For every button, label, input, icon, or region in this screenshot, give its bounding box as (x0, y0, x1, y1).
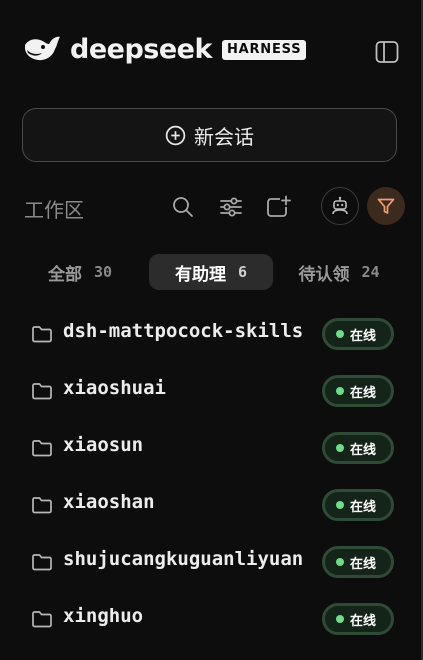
workspace-name: xiaoshuai (63, 377, 166, 399)
new-chat-button[interactable]: 新会话 (22, 108, 397, 162)
logo[interactable]: deepseek HARNESS (22, 34, 307, 66)
tab-label: 有助理 (174, 264, 226, 285)
list-item[interactable]: xiaosun 在线 (0, 420, 423, 477)
list-item[interactable]: xiaoshuai 在线 (0, 363, 423, 420)
tab-label: 全部 (47, 264, 82, 285)
tab-pending-claim[interactable]: 待认领 24 (282, 254, 396, 290)
status-badge: 在线 (322, 603, 394, 635)
folder-icon (31, 380, 53, 402)
tab-count: 30 (93, 263, 113, 281)
workspace-name: xiaoshan (63, 491, 155, 513)
list-item[interactable]: shujucangkuguanliyuan 在线 (0, 534, 423, 591)
online-dot (336, 558, 344, 566)
online-dot (336, 444, 344, 452)
status-label: 在线 (350, 442, 377, 458)
brand-name: deepseek (70, 34, 212, 65)
status-label: 在线 (350, 385, 377, 401)
workspace-name: dsh-mattpocock-skills (63, 320, 304, 342)
brand-badge: HARNESS (221, 40, 307, 60)
status-badge: 在线 (322, 546, 394, 578)
folder-icon (31, 608, 53, 630)
status-label: 在线 (350, 328, 377, 344)
tab-count: 6 (237, 263, 248, 281)
sidebar-panel-icon[interactable] (373, 38, 401, 66)
filter-tabs: 全部 30 有助理 6 待认领 24 (24, 254, 403, 290)
status-label: 在线 (350, 499, 377, 515)
status-badge: 在线 (322, 432, 394, 464)
online-dot (336, 615, 344, 623)
filter-icon[interactable] (367, 187, 405, 225)
tab-all[interactable]: 全部 30 (24, 254, 136, 290)
workspace-name: shujucangkuguanliyuan (63, 548, 304, 570)
online-dot (336, 501, 344, 509)
list-item[interactable]: xinghuo 在线 (0, 591, 423, 648)
plus-circle-icon (165, 125, 186, 146)
tab-with-assistant[interactable]: 有助理 6 (149, 254, 273, 290)
workspace-label: 工作区 (24, 198, 84, 222)
folder-icon (31, 437, 53, 459)
header: deepseek HARNESS (22, 28, 405, 74)
online-dot (336, 330, 344, 338)
add-window-icon[interactable] (265, 193, 293, 221)
new-chat-label: 新会话 (194, 124, 254, 149)
online-dot (336, 387, 344, 395)
workspace-name: xinghuo (63, 605, 144, 627)
robot-icon[interactable] (321, 187, 359, 225)
folder-icon (31, 494, 53, 516)
workspace-toolbar: 工作区 (24, 186, 409, 228)
list-item[interactable]: xiaoshan 在线 (0, 477, 423, 534)
status-badge: 在线 (322, 318, 394, 350)
search-icon[interactable] (169, 193, 197, 221)
whale-logo-icon (22, 34, 62, 66)
folder-icon (31, 551, 53, 573)
folder-icon (31, 323, 53, 345)
sliders-icon[interactable] (217, 193, 245, 221)
status-badge: 在线 (322, 489, 394, 521)
tab-label: 待认领 (298, 264, 350, 285)
status-label: 在线 (350, 556, 377, 572)
workspace-name: xiaosun (63, 434, 144, 456)
tab-count: 24 (361, 263, 380, 281)
status-label: 在线 (350, 613, 377, 629)
list-item[interactable]: dsh-mattpocock-skills 在线 (0, 306, 423, 363)
status-badge: 在线 (322, 375, 394, 407)
